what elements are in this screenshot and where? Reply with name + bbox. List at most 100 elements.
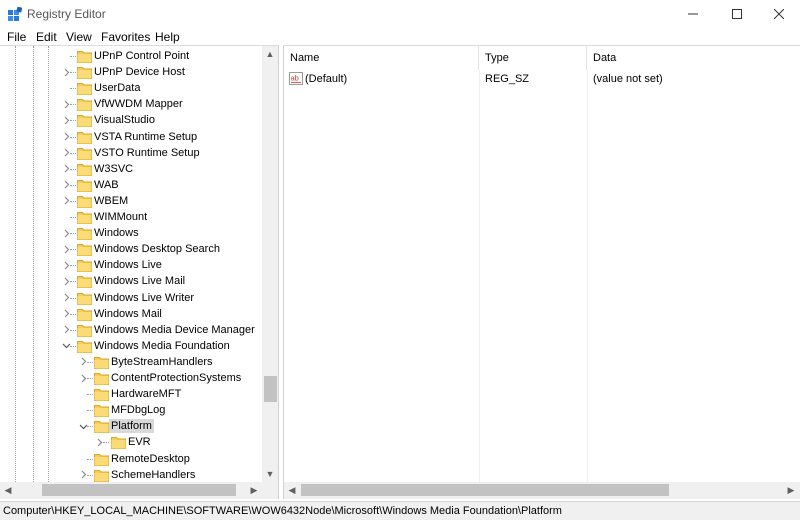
tree-node-label: Windows Media Device Manager [94, 323, 255, 336]
tree-connector [87, 361, 93, 363]
tree-node[interactable]: WBEM [0, 193, 262, 209]
tree-node-label: Windows Live Mail [94, 275, 186, 288]
tree-node[interactable]: VisualStudio [0, 112, 262, 128]
tree-horizontal-scroll-thumb[interactable] [42, 484, 236, 496]
folder-icon [77, 323, 92, 337]
tree-connector [70, 345, 76, 347]
scroll-left-icon[interactable]: ◀ [2, 484, 14, 496]
tree-connector [70, 152, 76, 154]
tree-connector [87, 458, 93, 460]
tree-node[interactable]: WIMMount [0, 209, 262, 225]
menu-help[interactable]: Help [155, 30, 180, 44]
scroll-right-icon[interactable]: ▶ [785, 484, 797, 496]
tree-node[interactable]: UPnP Device Host [0, 64, 262, 80]
menu-favorites[interactable]: Favorites [101, 30, 150, 44]
minimize-button[interactable] [670, 0, 716, 28]
tree-connector [70, 56, 76, 57]
tree-vertical-scrollbar[interactable]: ▲ ▼ [262, 46, 278, 482]
folder-icon [77, 194, 92, 208]
value-name: (Default) [305, 73, 348, 85]
tree-node-label: Platform [109, 419, 154, 434]
folder-icon [77, 258, 92, 273]
registry-values-list[interactable]: Name Type Data ab (Default) REG_SZ (valu… [283, 45, 800, 499]
tree-connector [70, 104, 76, 106]
tree-node-label: RemoteDesktop [111, 452, 190, 465]
menu-view[interactable]: View [66, 30, 92, 44]
tree-node[interactable]: W3SVC [0, 161, 262, 177]
folder-icon [77, 113, 92, 128]
tree-node[interactable]: Windows Desktop Search [0, 241, 262, 257]
folder-icon [77, 97, 92, 112]
tree-node-label: VisualStudio [94, 114, 155, 127]
tree-connector [70, 136, 76, 138]
svg-text:ab: ab [291, 74, 299, 83]
tree-node[interactable]: Windows Live Writer [0, 290, 262, 306]
close-button[interactable] [756, 0, 800, 28]
tree-node[interactable]: EVR [0, 434, 262, 450]
tree-node[interactable]: ByteStreamHandlers [0, 354, 262, 370]
folder-icon [77, 307, 92, 321]
tree-node[interactable]: VfWWDM Mapper [0, 96, 262, 112]
scroll-up-icon[interactable]: ▲ [264, 48, 276, 60]
scroll-left-icon[interactable]: ◀ [286, 484, 298, 496]
tree-connector [87, 426, 93, 428]
tree-node[interactable]: UserData [0, 80, 262, 96]
tree-connector [70, 168, 76, 170]
tree-connector [87, 378, 93, 379]
tree-node[interactable]: Platform [0, 418, 262, 434]
tree-node[interactable]: MFDbgLog [0, 402, 262, 418]
tree-node[interactable]: Windows Live [0, 257, 262, 273]
folder-icon [77, 162, 92, 176]
value-type: REG_SZ [485, 73, 530, 85]
folder-icon [77, 65, 92, 80]
tree-connector [70, 184, 76, 186]
tree-node-label: Windows Live [94, 259, 162, 272]
column-header-type[interactable]: Type [479, 46, 587, 70]
tree-connector [70, 88, 76, 90]
tree-horizontal-scrollbar[interactable]: ◀ ▶ [0, 482, 262, 499]
scroll-right-icon[interactable]: ▶ [248, 484, 260, 496]
tree-node-label: WAB [94, 178, 119, 191]
folder-icon [94, 387, 109, 402]
tree-connector [87, 410, 93, 412]
tree-node-label: UPnP Control Point [94, 50, 190, 62]
tree-node[interactable]: SchemeHandlers [0, 467, 262, 482]
tree-node[interactable]: HardwareMFT [0, 386, 262, 402]
folder-icon [94, 403, 109, 418]
tree-node-label: SchemeHandlers [111, 468, 196, 481]
tree-node[interactable]: Windows [0, 225, 262, 241]
tree-node-label: WBEM [94, 194, 129, 207]
column-header-data[interactable]: Data [587, 46, 800, 70]
tree-node[interactable]: Windows Mail [0, 306, 262, 322]
registry-key-tree[interactable]: UPnP Control Point UPnP Device Host UserDa… [0, 45, 279, 499]
folder-icon [77, 49, 92, 63]
column-header-name[interactable]: Name [284, 46, 479, 70]
scroll-down-icon[interactable]: ▼ [264, 468, 276, 480]
tree-node[interactable]: VSTO Runtime Setup [0, 145, 262, 161]
tree-node-label: HardwareMFT [111, 388, 182, 401]
column-divider [587, 70, 588, 482]
maximize-button[interactable] [714, 0, 760, 28]
tree-node[interactable]: Windows Media Foundation [0, 338, 262, 354]
menu-file[interactable]: File [7, 30, 26, 44]
values-horizontal-scrollbar[interactable]: ◀ ▶ [284, 482, 800, 499]
tree-node[interactable]: VSTA Runtime Setup [0, 129, 262, 145]
tree-connector [70, 313, 76, 315]
tree-connector [87, 474, 93, 476]
tree-node[interactable]: ContentProtectionSystems [0, 370, 262, 386]
value-row[interactable]: ab (Default) REG_SZ (value not set) [284, 70, 784, 88]
folder-icon [77, 274, 92, 289]
tree-connector [70, 72, 76, 74]
tree-node[interactable]: Windows Media Device Manager [0, 322, 262, 338]
values-horizontal-scroll-thumb[interactable] [301, 484, 669, 496]
tree-node[interactable]: RemoteDesktop [0, 451, 262, 467]
folder-icon [77, 291, 92, 305]
folder-icon [111, 435, 126, 450]
menu-edit[interactable]: Edit [36, 30, 57, 44]
tree-node[interactable]: WAB [0, 177, 262, 193]
folder-icon [77, 130, 92, 144]
tree-node[interactable]: Windows Live Mail [0, 273, 262, 289]
tree-node[interactable]: UPnP Control Point [0, 48, 262, 64]
tree-vertical-scroll-thumb[interactable] [264, 376, 277, 402]
registry-editor-icon [8, 7, 22, 21]
